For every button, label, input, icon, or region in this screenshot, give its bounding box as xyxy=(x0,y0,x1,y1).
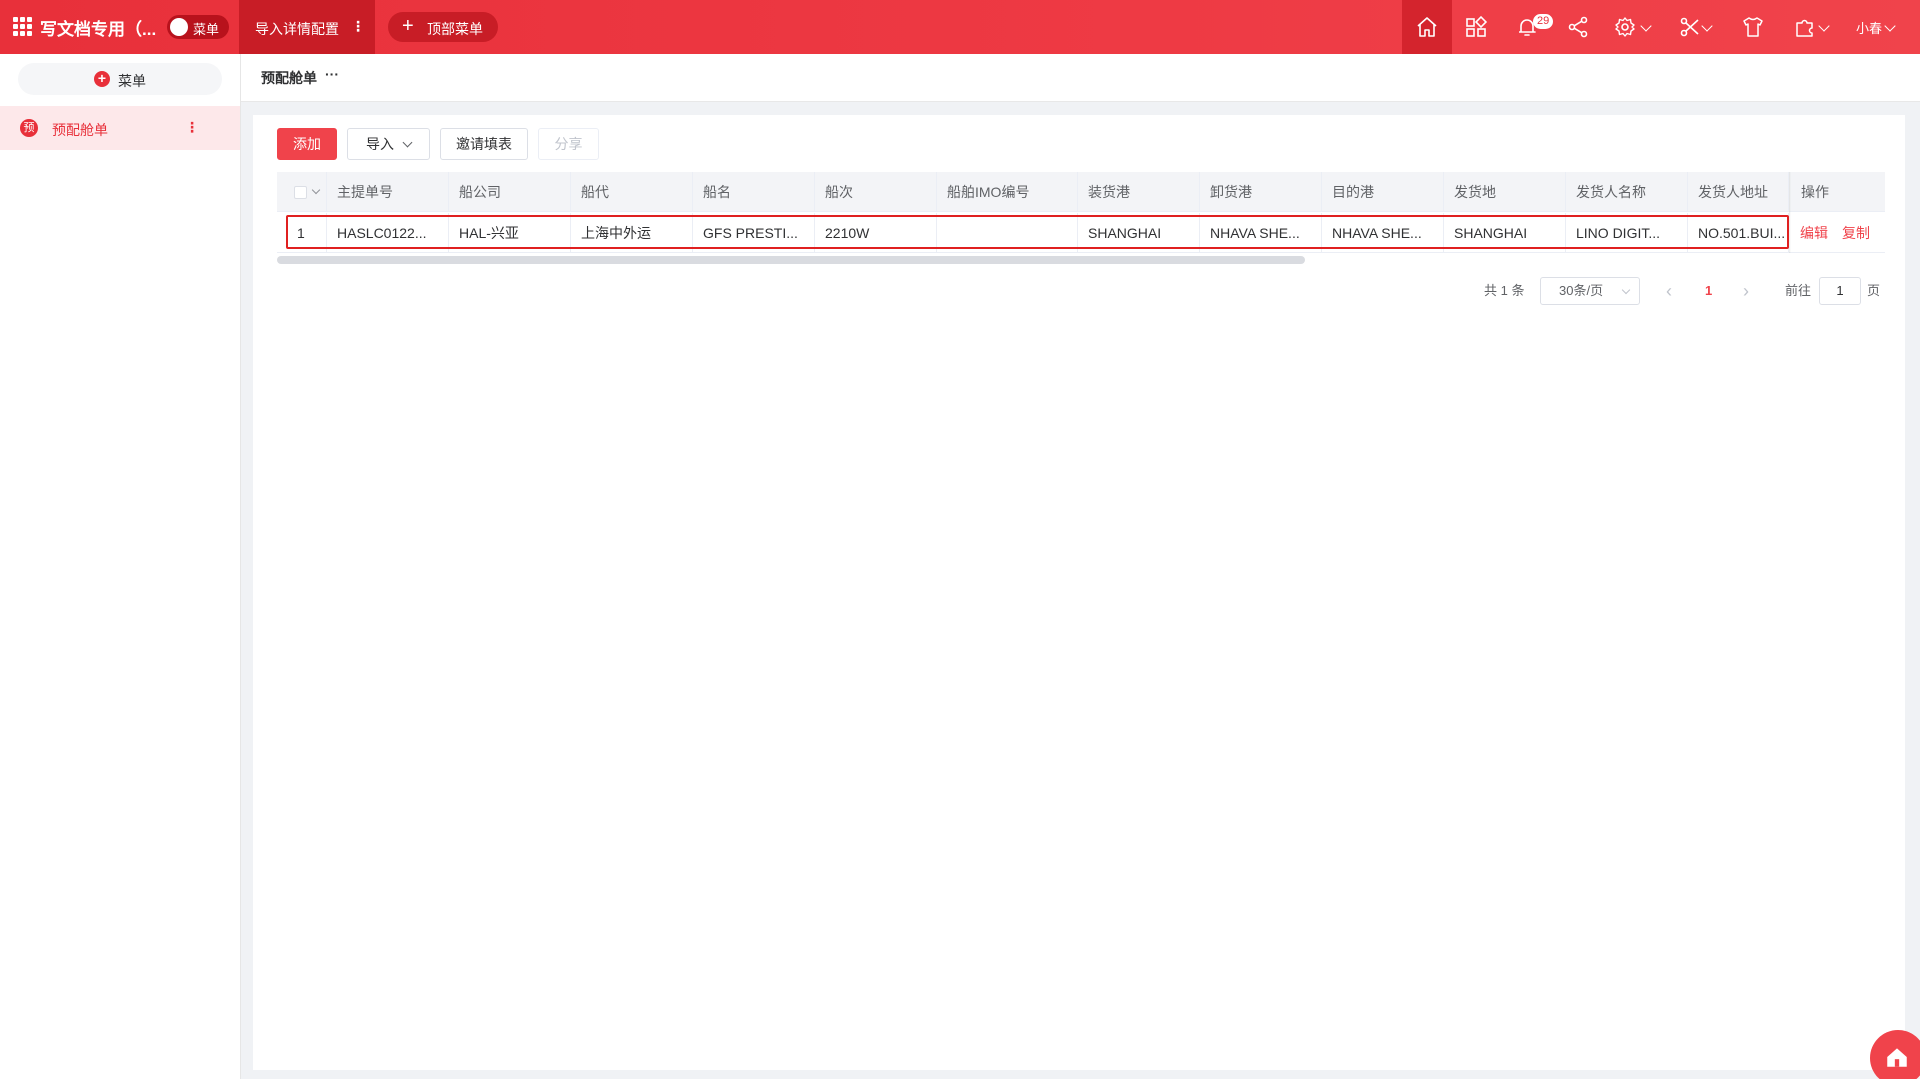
table-cell: HAL-兴亚 xyxy=(449,213,571,253)
import-label: 导入 xyxy=(366,136,394,152)
chevron-down-icon[interactable] xyxy=(1884,20,1896,32)
column-header[interactable]: 发货人地址 xyxy=(1688,172,1789,212)
table-cell: SHANGHAI xyxy=(1444,213,1566,253)
column-header[interactable]: 发货人名称 xyxy=(1566,172,1688,212)
table-cell xyxy=(937,213,1078,253)
next-page-icon[interactable]: › xyxy=(1743,277,1749,305)
chevron-down-icon[interactable] xyxy=(311,185,321,195)
share-button[interactable]: 分享 xyxy=(538,128,599,160)
top-bar: 写文档专用（... 菜单 导入详情配置 ⋮ + 顶部菜单 29 小春 xyxy=(0,0,1920,54)
horizontal-scrollbar[interactable] xyxy=(277,256,1305,264)
user-name[interactable]: 小春 xyxy=(1856,18,1882,37)
table-cell: LINO DIGIT... xyxy=(1566,213,1688,253)
table-cell: 2210W xyxy=(815,213,937,253)
table-cell: NO.501.BUI... xyxy=(1688,213,1789,253)
app-center-icon[interactable] xyxy=(1464,15,1488,39)
add-top-menu-button[interactable]: + 顶部菜单 xyxy=(388,12,498,42)
table-cell: SHANGHAI xyxy=(1078,213,1200,253)
chevron-down-icon xyxy=(1621,285,1631,295)
column-header[interactable]: 船舶IMO编号 xyxy=(937,172,1078,212)
tab-import-detail-config[interactable]: 导入详情配置 ⋮ xyxy=(239,0,375,54)
tab-more-icon[interactable]: ⋮ xyxy=(351,18,365,35)
page-number-current[interactable]: 1 xyxy=(1705,277,1712,305)
sidebar: + 菜单 预 预配舱单 ⋮ xyxy=(0,54,241,1079)
add-button[interactable]: 添加 xyxy=(277,128,337,160)
page-title: 预配舱单 xyxy=(261,70,317,86)
chevron-down-icon[interactable] xyxy=(1818,20,1830,32)
menu-toggle[interactable]: 菜单 xyxy=(167,15,229,39)
column-header[interactable]: 主提单号 xyxy=(327,172,449,212)
more-icon[interactable]: ··· xyxy=(325,66,339,82)
app-title[interactable]: 写文档专用（... xyxy=(40,15,156,40)
table-cell: 上海中外运 xyxy=(571,213,693,253)
copy-link[interactable]: 复制 xyxy=(1842,213,1870,253)
home-icon[interactable] xyxy=(1415,15,1439,39)
select-all-cell xyxy=(277,172,327,212)
table-cell: NHAVA SHE... xyxy=(1200,213,1322,253)
column-header[interactable]: 目的港 xyxy=(1322,172,1444,212)
column-header[interactable]: 卸货港 xyxy=(1200,172,1322,212)
table-cell: NHAVA SHE... xyxy=(1322,213,1444,253)
home-icon xyxy=(1887,1048,1907,1067)
invite-fill-form-button[interactable]: 邀请填表 xyxy=(440,128,528,160)
chevron-down-icon xyxy=(402,137,413,148)
add-top-menu-label: 顶部菜单 xyxy=(427,21,483,37)
page-size-value: 30条/页 xyxy=(1559,283,1604,298)
goto-label: 前往 xyxy=(1785,283,1812,298)
apps-grid-icon[interactable] xyxy=(13,17,33,37)
add-menu-label: 菜单 xyxy=(118,73,146,89)
table-row[interactable]: 1 HASLC0122... HAL-兴亚 上海中外运 GFS PRESTI..… xyxy=(277,213,1885,253)
table-header: 主提单号 船公司 船代 船名 船次 船舶IMO编号 装货港 卸货港 目的港 发货… xyxy=(277,172,1885,212)
table-cell: HASLC0122... xyxy=(327,213,449,253)
tab-label: 导入详情配置 xyxy=(255,21,339,37)
notification-badge: 29 xyxy=(1533,14,1554,29)
pagination-total: 共 1 条 xyxy=(1484,283,1525,298)
sidebar-item-manifest[interactable]: 预 预配舱单 ⋮ xyxy=(0,106,240,150)
shirt-icon[interactable] xyxy=(1741,15,1765,39)
gear-icon[interactable] xyxy=(1613,15,1637,39)
column-header[interactable]: 装货港 xyxy=(1078,172,1200,212)
column-header[interactable]: 船代 xyxy=(571,172,693,212)
column-header-actions: 操作 xyxy=(1801,184,1829,200)
column-header[interactable]: 发货地 xyxy=(1444,172,1566,212)
breadcrumb: 预配舱单 ··· xyxy=(241,54,1920,102)
toggle-label: 菜单 xyxy=(193,22,220,37)
chevron-down-icon[interactable] xyxy=(1640,20,1652,32)
column-header[interactable]: 船次 xyxy=(815,172,937,212)
add-menu-button[interactable]: + 菜单 xyxy=(18,63,222,95)
share-icon[interactable] xyxy=(1566,15,1590,39)
fixed-column-shadow xyxy=(1789,172,1791,253)
import-dropdown-button[interactable]: 导入 xyxy=(347,128,430,160)
manifest-icon: 预 xyxy=(20,119,38,137)
goto-page-input[interactable]: 1 xyxy=(1819,277,1861,305)
edit-link[interactable]: 编辑 xyxy=(1800,213,1828,253)
chevron-down-icon[interactable] xyxy=(1701,20,1713,32)
floating-home-button[interactable] xyxy=(1870,1030,1920,1079)
column-header[interactable]: 船公司 xyxy=(449,172,571,212)
select-all-checkbox[interactable] xyxy=(294,186,307,199)
toggle-knob xyxy=(170,18,188,36)
plus-circle-icon: + xyxy=(94,71,110,87)
plus-icon: + xyxy=(402,15,414,37)
sidebar-item-label: 预配舱单 xyxy=(52,122,108,138)
prev-page-icon[interactable]: ‹ xyxy=(1666,277,1672,305)
page-size-select[interactable]: 30条/页 xyxy=(1540,277,1640,305)
content-card: 添加 导入 邀请填表 分享 主提单号 船公司 船代 船名 船次 船舶IMO编号 … xyxy=(253,115,1905,1070)
tools-icon[interactable] xyxy=(1678,15,1702,39)
column-header[interactable]: 船名 xyxy=(693,172,815,212)
puzzle-icon[interactable] xyxy=(1793,15,1817,39)
table-cell: GFS PRESTI... xyxy=(693,213,815,253)
more-icon[interactable]: ⋮ xyxy=(185,119,199,136)
page-suffix: 页 xyxy=(1867,283,1881,298)
row-index: 1 xyxy=(277,213,327,253)
